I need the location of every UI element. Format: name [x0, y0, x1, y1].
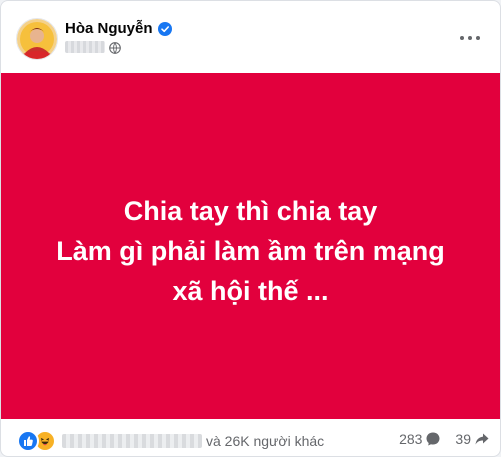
comment-count[interactable]: 283 — [399, 431, 422, 447]
share-icon — [474, 431, 490, 447]
verified-badge-icon — [157, 21, 172, 36]
post-card: Hòa Nguyễn Chia tay thì chia tay Làm gì … — [0, 0, 501, 457]
share-count[interactable]: 39 — [455, 431, 471, 447]
post-timestamp[interactable] — [65, 41, 105, 53]
post-header: Hòa Nguyễn — [1, 1, 500, 73]
more-options-icon[interactable] — [460, 31, 480, 45]
comment-icon — [425, 431, 441, 447]
others-count[interactable]: và 26K người khác — [206, 433, 324, 449]
avatar[interactable] — [16, 18, 58, 60]
post-content-background: Chia tay thì chia tay Làm gì phải làm ầm… — [1, 73, 500, 419]
post-text-line: xã hội thế ... — [172, 276, 329, 306]
post-text-line: Làm gì phải làm ầm trên mạng — [56, 236, 445, 266]
reaction-summary[interactable]: và 26K người khác — [17, 430, 324, 452]
post-footer: và 26K người khác 283 39 — [1, 419, 500, 456]
like-reaction-icon — [17, 430, 39, 452]
post-text: Chia tay thì chia tay Làm gì phải làm ầm… — [56, 191, 445, 311]
author-name[interactable]: Hòa Nguyễn — [65, 20, 153, 37]
globe-icon[interactable] — [109, 41, 121, 54]
reactor-names[interactable] — [62, 434, 202, 448]
post-text-line: Chia tay thì chia tay — [123, 196, 378, 226]
